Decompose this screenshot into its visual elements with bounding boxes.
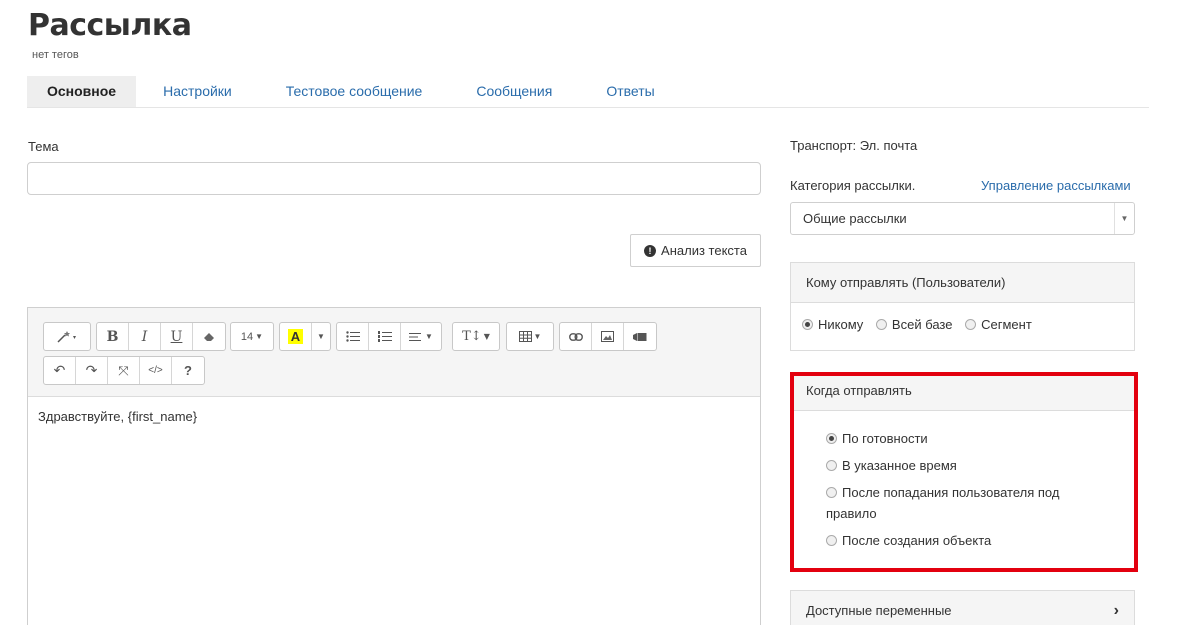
font-style-group: B I U (96, 322, 226, 351)
chevron-down-icon: ▼ (1114, 203, 1134, 234)
subject-label: Тема (28, 139, 59, 154)
tab-main[interactable]: Основное (27, 76, 137, 107)
font-size-group: 14 ▼ (230, 322, 274, 351)
numbered-list-button[interactable] (369, 323, 401, 350)
radio-nobody[interactable]: Никому (802, 317, 863, 332)
fullscreen-button[interactable]: ⤧ (108, 357, 140, 384)
tab-settings[interactable]: Настройки (136, 76, 259, 107)
font-size-dropdown[interactable]: 14 ▼ (231, 323, 273, 350)
radio-nobody-label: Никому (818, 317, 864, 332)
radio-all-base[interactable]: Всей базе (875, 317, 953, 332)
highlight-a-icon: A (287, 329, 304, 344)
align-dropdown[interactable]: ▼ (401, 323, 441, 350)
transport-label: Транспорт: Эл. почта (790, 138, 918, 153)
table-dropdown[interactable]: ▼ (507, 323, 553, 350)
image-button[interactable] (592, 323, 624, 350)
page-title: Рассылка (28, 8, 192, 43)
fullscreen-icon: ⤧ (118, 362, 129, 378)
available-variables-label: Доступные переменные (806, 603, 952, 618)
style-group (43, 322, 91, 351)
highlight-color-button[interactable]: A (280, 323, 312, 350)
line-height-dropdown[interactable]: T↕ ▼ (453, 323, 499, 350)
link-button[interactable] (560, 323, 592, 350)
caret-down-icon: ▼ (533, 332, 542, 341)
available-variables-panel[interactable]: Доступные переменные › (790, 590, 1135, 625)
line-height-group: T↕ ▼ (452, 322, 500, 351)
bold-button[interactable]: B (97, 323, 129, 350)
editor-content[interactable]: Здравствуйте, {first_name} (38, 409, 197, 424)
highlight-frame (790, 372, 1138, 572)
video-button[interactable] (624, 323, 656, 350)
italic-button[interactable]: I (129, 323, 161, 350)
underline-button[interactable]: U (161, 323, 193, 350)
help-button[interactable]: ? (172, 357, 204, 384)
list-group: ▼ (336, 322, 442, 351)
manage-mailings-link[interactable]: Управление рассылками (981, 178, 1131, 193)
numbered-list-icon (377, 331, 392, 342)
caret-down-icon: ▼ (425, 332, 433, 341)
style-dropdown[interactable] (44, 323, 90, 350)
analyze-text-label: Анализ текста (661, 243, 747, 258)
message-editor: B I U 14 ▼ A ▼ ▼ T↕ ▼ ▼ ↶ ↷ ⤧ </> ? Здра… (27, 307, 761, 625)
category-select-value: Общие рассылки (803, 211, 907, 226)
redo-icon: ↷ (85, 362, 98, 378)
video-icon (633, 332, 647, 341)
radio-icon (875, 319, 887, 330)
category-label: Категория рассылки. (790, 178, 916, 193)
caret-down-icon: ▼ (255, 332, 264, 341)
exclamation-icon: ! (644, 244, 657, 257)
code-view-icon: </> (148, 365, 163, 376)
text-height-icon: T↕ (462, 329, 482, 344)
redo-button[interactable]: ↷ (76, 357, 108, 384)
radio-segment[interactable]: Сегмент (965, 317, 1032, 332)
undo-button[interactable]: ↶ (44, 357, 76, 384)
analyze-text-button[interactable]: ! Анализ текста (630, 234, 761, 267)
recipients-panel-title: Кому отправлять (Пользователи) (791, 263, 1134, 303)
radio-icon (802, 319, 813, 330)
tab-test-message[interactable]: Тестовое сообщение (259, 76, 450, 107)
magic-wand-icon (57, 330, 76, 343)
font-size-value: 14 (240, 330, 254, 343)
bullet-list-button[interactable] (337, 323, 369, 350)
chevron-right-icon: › (1113, 602, 1119, 619)
table-icon (518, 331, 532, 342)
align-left-icon (409, 332, 422, 341)
editor-toolbar: B I U 14 ▼ A ▼ ▼ T↕ ▼ ▼ ↶ ↷ ⤧ </> ? (28, 308, 760, 397)
eraser-button[interactable] (193, 323, 225, 350)
category-select[interactable]: Общие рассылки ▼ (790, 202, 1135, 235)
tab-replies[interactable]: Ответы (579, 76, 681, 107)
link-icon (568, 332, 583, 341)
table-group: ▼ (506, 322, 554, 351)
radio-all-base-label: Всей базе (891, 317, 953, 332)
tags-label: нет тегов (32, 49, 79, 61)
insert-group (559, 322, 657, 351)
image-icon (601, 331, 614, 342)
undo-icon: ↶ (53, 362, 66, 378)
radio-segment-label: Сегмент (981, 317, 1032, 332)
history-group: ↶ ↷ ⤧ </> ? (43, 356, 205, 385)
recipients-panel: Кому отправлять (Пользователи) Никому Вс… (790, 262, 1135, 351)
code-view-button[interactable]: </> (140, 357, 172, 384)
tab-bar: Основное Настройки Тестовое сообщение Со… (27, 76, 1149, 108)
caret-down-icon: ▼ (483, 332, 490, 341)
color-group: A ▼ (279, 322, 331, 351)
color-dropdown[interactable]: ▼ (312, 323, 330, 350)
tab-messages[interactable]: Сообщения (449, 76, 579, 107)
subject-input[interactable] (27, 162, 761, 195)
eraser-icon (204, 332, 214, 341)
radio-icon (965, 319, 977, 330)
bullet-list-icon (345, 331, 360, 342)
